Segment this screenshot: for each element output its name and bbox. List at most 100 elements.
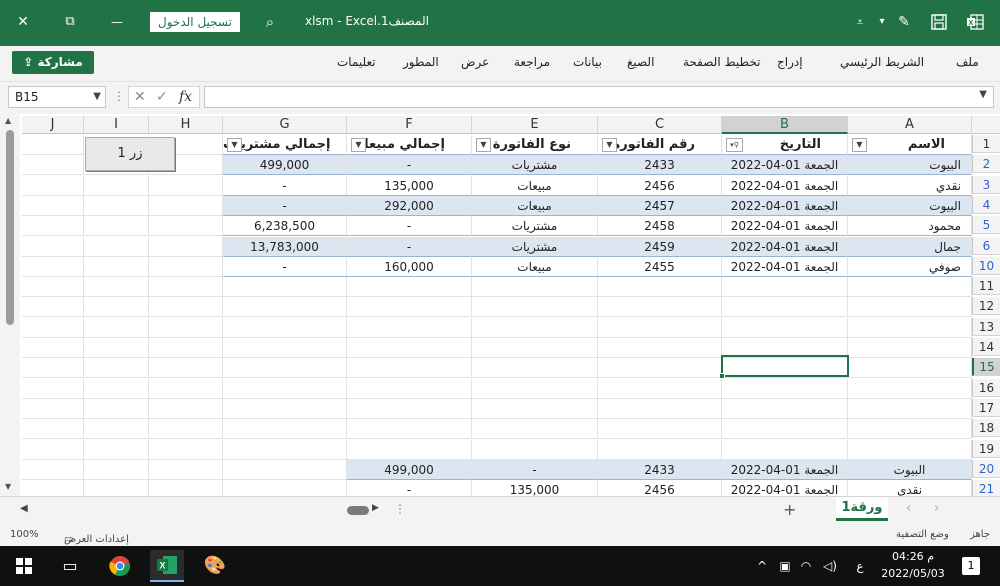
row-header-16[interactable]: 16 xyxy=(972,378,1000,397)
cell[interactable] xyxy=(347,338,472,358)
cell[interactable] xyxy=(22,256,84,277)
previous-sheet-icon[interactable]: ‹ xyxy=(906,501,911,516)
column-header-h[interactable]: H xyxy=(149,116,223,134)
horizontal-scrollbar[interactable] xyxy=(347,506,369,515)
column-header-c[interactable]: C xyxy=(598,116,722,134)
name-box[interactable]: B15 ▼ xyxy=(8,86,106,108)
scroll-down-icon[interactable]: ▼ xyxy=(5,482,11,491)
cell[interactable] xyxy=(149,398,223,419)
cell[interactable] xyxy=(22,155,84,176)
table-cell[interactable]: الجمعة 01-04-2022 xyxy=(722,459,848,480)
cell[interactable] xyxy=(848,317,972,338)
cell[interactable] xyxy=(149,297,223,318)
tab-help[interactable]: تعليمات xyxy=(337,55,376,69)
table-cell[interactable]: مشتريات xyxy=(472,216,598,237)
cell[interactable] xyxy=(598,317,722,338)
cell[interactable] xyxy=(472,358,598,379)
cell[interactable] xyxy=(848,439,972,460)
clock[interactable]: 04:26 م 2022/05/03 xyxy=(880,548,946,582)
table-cell[interactable]: 2457 xyxy=(598,195,722,216)
table-cell[interactable]: صوفي xyxy=(848,256,972,277)
cell[interactable] xyxy=(598,277,722,298)
cell[interactable] xyxy=(149,317,223,338)
task-view-icon[interactable]: ▭ xyxy=(58,554,82,578)
notification-icon[interactable]: 1 xyxy=(958,554,984,578)
cell[interactable] xyxy=(347,439,472,460)
table-cell[interactable]: الجمعة 01-04-2022 xyxy=(722,216,848,237)
table-cell[interactable]: - xyxy=(472,459,598,480)
cell[interactable] xyxy=(22,175,84,196)
row-header-10[interactable]: 10 xyxy=(972,256,1000,275)
share-button[interactable]: ⇪ مشاركة xyxy=(12,51,94,74)
cell[interactable] xyxy=(472,398,598,419)
tray-expand-icon[interactable]: ^ xyxy=(754,554,770,578)
cell[interactable] xyxy=(22,419,84,440)
column-header-a[interactable]: A xyxy=(848,116,972,134)
table-cell[interactable]: مشتريات xyxy=(472,236,598,257)
row-header-15[interactable]: 15 xyxy=(972,358,1000,377)
cell[interactable] xyxy=(84,256,149,277)
table-cell[interactable]: 160,000 xyxy=(347,256,472,277)
cell[interactable] xyxy=(22,398,84,419)
cell[interactable] xyxy=(223,459,347,480)
table-cell[interactable]: - xyxy=(347,236,472,257)
cell[interactable] xyxy=(22,135,84,155)
table-cell[interactable]: نقدي xyxy=(848,175,972,196)
cell[interactable] xyxy=(848,419,972,440)
cell[interactable] xyxy=(22,439,84,460)
expand-formula-icon[interactable]: ▼ xyxy=(979,89,987,100)
restore-icon[interactable]: ⧉ xyxy=(57,10,83,34)
cell[interactable] xyxy=(598,338,722,358)
table-cell[interactable]: 2456 xyxy=(598,175,722,196)
table-cell[interactable]: البيوت xyxy=(848,155,972,176)
wifi-icon[interactable]: ◠ xyxy=(797,554,815,578)
scroll-right-icon[interactable]: ▶ xyxy=(372,503,379,513)
cell[interactable] xyxy=(84,338,149,358)
tab-file[interactable]: ملف xyxy=(956,55,979,69)
table-cell[interactable]: الجمعة 01-04-2022 xyxy=(722,480,848,496)
row-header-2[interactable]: 2 xyxy=(972,155,1000,174)
cell[interactable] xyxy=(84,175,149,196)
table-cell[interactable]: محمود xyxy=(848,216,972,237)
cell[interactable] xyxy=(848,277,972,298)
cell[interactable] xyxy=(848,378,972,399)
tab-data[interactable]: بيانات xyxy=(573,55,602,69)
table-cell[interactable]: الجمعة 01-04-2022 xyxy=(722,195,848,216)
table-cell[interactable]: 2458 xyxy=(598,216,722,237)
cell[interactable] xyxy=(472,419,598,440)
tab-developer[interactable]: المطور xyxy=(403,55,439,69)
table-cell[interactable]: البيوت xyxy=(848,459,972,480)
zoom-level[interactable]: 100% xyxy=(10,529,39,540)
column-header-f[interactable]: F xyxy=(347,116,472,134)
cell[interactable] xyxy=(149,358,223,379)
table-cell[interactable]: الجمعة 01-04-2022 xyxy=(722,175,848,196)
cell[interactable] xyxy=(84,297,149,318)
cell[interactable] xyxy=(22,236,84,257)
filter-dropdown-icon[interactable]: ▾⚲ xyxy=(726,138,743,152)
cell[interactable] xyxy=(598,419,722,440)
cell[interactable] xyxy=(472,439,598,460)
table-cell[interactable]: 13,783,000 xyxy=(223,236,347,257)
scroll-left-icon[interactable]: ◀ xyxy=(20,503,28,514)
row-header-5[interactable]: 5 xyxy=(972,216,1000,235)
vertical-scroll-thumb[interactable] xyxy=(6,130,14,325)
filter-dropdown-icon[interactable]: ▼ xyxy=(351,138,366,152)
cell[interactable] xyxy=(722,439,848,460)
table-cell[interactable]: مبيعات xyxy=(472,175,598,196)
cell[interactable] xyxy=(848,358,972,379)
cell[interactable] xyxy=(149,378,223,399)
tab-view[interactable]: عرض xyxy=(461,55,489,69)
cell[interactable] xyxy=(22,297,84,318)
sign-in-button[interactable]: تسجيل الدخول xyxy=(150,12,240,32)
cell[interactable] xyxy=(149,459,223,480)
table-cell[interactable]: 135,000 xyxy=(472,480,598,496)
filter-dropdown-icon[interactable]: ▼ xyxy=(602,138,617,152)
cell[interactable] xyxy=(347,378,472,399)
tab-insert[interactable]: إدراج xyxy=(777,55,803,69)
cell[interactable] xyxy=(84,419,149,440)
save-icon[interactable] xyxy=(928,10,950,34)
table-cell[interactable]: الجمعة 01-04-2022 xyxy=(722,256,848,277)
cell[interactable] xyxy=(722,378,848,399)
table-cell[interactable]: 499,000 xyxy=(223,155,347,176)
fill-handle[interactable] xyxy=(719,373,725,379)
